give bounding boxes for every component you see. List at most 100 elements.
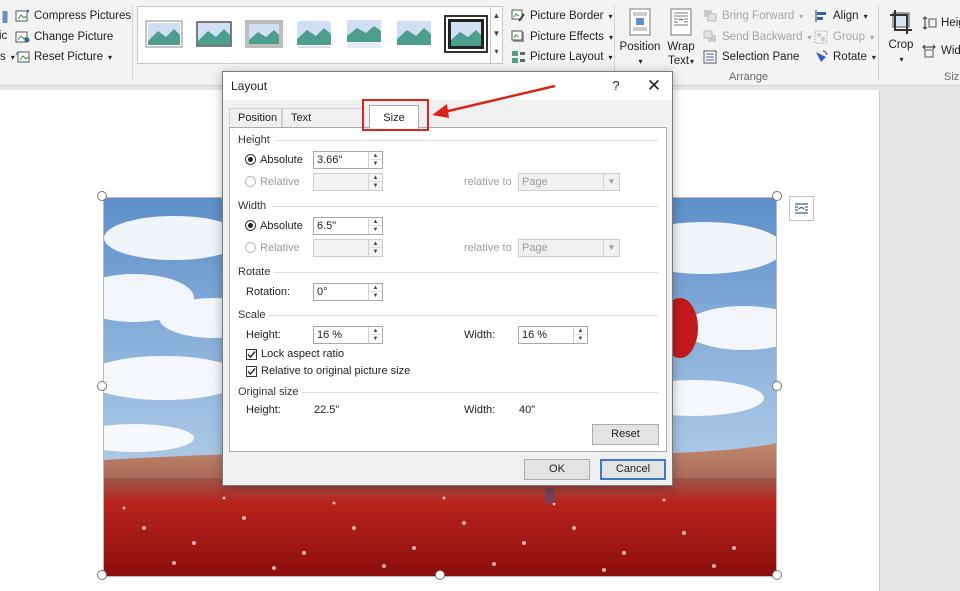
resize-handle-top-left[interactable]: [97, 191, 107, 201]
original-height-value: 22.5": [314, 404, 340, 416]
spinner-arrows[interactable]: ▲ ▼: [368, 152, 382, 168]
spinner-arrows[interactable]: ▲ ▼: [368, 174, 382, 190]
shape-width-field[interactable]: Wid: [922, 42, 960, 60]
align-button[interactable]: Align ▾: [814, 7, 868, 25]
reset-picture-button[interactable]: Reset Picture ▾: [15, 48, 112, 66]
shape-height-field[interactable]: Heig: [922, 14, 960, 32]
spinner-arrows[interactable]: ▲ ▼: [368, 327, 382, 343]
height-absolute-input[interactable]: 3.66" ▲ ▼: [313, 151, 383, 169]
spinner-arrows[interactable]: ▲ ▼: [368, 218, 382, 234]
spin-up-icon[interactable]: ▲: [369, 284, 382, 292]
spin-up-icon[interactable]: ▲: [369, 327, 382, 335]
width-relative-radio[interactable]: [245, 242, 256, 253]
partial-ribbon-label-2: s ▾: [0, 51, 15, 63]
spin-down-icon[interactable]: ▼: [369, 248, 382, 256]
spin-up-icon[interactable]: ▲: [369, 240, 382, 248]
width-relative-to-select[interactable]: Page ▼: [518, 239, 620, 257]
picture-style-thumb[interactable]: [194, 17, 234, 51]
picture-style-thumb[interactable]: [244, 17, 284, 51]
gallery-down-icon[interactable]: ▼: [491, 25, 502, 43]
resize-handle-bottom-middle[interactable]: [435, 570, 445, 580]
width-absolute-input[interactable]: 6.5" ▲ ▼: [313, 217, 383, 235]
close-button[interactable]: ✕: [643, 75, 665, 97]
picture-effects-button[interactable]: Picture Effects ▾: [511, 28, 613, 46]
crop-button[interactable]: Crop ▾: [884, 8, 918, 67]
spin-down-icon[interactable]: ▼: [369, 226, 382, 234]
tab-text-wrapping[interactable]: Text Wrapping: [282, 108, 363, 143]
partial-ribbon-button-left[interactable]: [0, 8, 8, 26]
height-absolute-radio[interactable]: [245, 154, 256, 165]
spin-down-icon[interactable]: ▼: [574, 335, 587, 343]
lock-aspect-checkbox[interactable]: [246, 349, 257, 360]
height-section-title: Height: [238, 134, 270, 146]
width-absolute-radio[interactable]: [245, 220, 256, 231]
spin-up-icon[interactable]: ▲: [369, 174, 382, 182]
width-relative-input[interactable]: ▲ ▼: [313, 239, 383, 257]
send-backward-button[interactable]: Send Backward ▾: [703, 28, 812, 46]
layout-options-button[interactable]: [789, 196, 814, 221]
picture-style-thumb-selected[interactable]: [444, 15, 488, 53]
height-label: Heig: [941, 17, 960, 29]
original-width-value: 40": [519, 404, 536, 416]
picture-style-thumb[interactable]: [294, 17, 334, 51]
rotation-input[interactable]: 0° ▲ ▼: [313, 283, 383, 301]
gallery-more-icon[interactable]: ▾: [491, 43, 502, 61]
resize-handle-middle-left[interactable]: [97, 381, 107, 391]
cancel-button[interactable]: Cancel: [600, 459, 666, 480]
help-button[interactable]: ?: [606, 77, 626, 95]
spinner-arrows[interactable]: ▲ ▼: [573, 327, 587, 343]
original-height-label: Height:: [246, 404, 281, 416]
picture-style-thumb[interactable]: [144, 17, 184, 51]
rotate-button[interactable]: Rotate ▾: [814, 48, 876, 66]
spin-down-icon[interactable]: ▼: [369, 292, 382, 300]
picture-effects-icon: [511, 30, 526, 44]
section-divider: [276, 140, 658, 141]
resize-handle-middle-right[interactable]: [772, 381, 782, 391]
gallery-up-icon[interactable]: ▲: [491, 7, 502, 25]
scale-height-value: 16 %: [317, 329, 343, 341]
change-picture-button[interactable]: Change Picture: [15, 28, 113, 46]
height-relative-input[interactable]: ▲ ▼: [313, 173, 383, 191]
spin-down-icon[interactable]: ▼: [369, 335, 382, 343]
scale-width-value: 16 %: [522, 329, 548, 341]
dialog-title: Layout: [231, 79, 268, 93]
picture-border-button[interactable]: Picture Border ▾: [511, 7, 613, 25]
picture-style-thumb[interactable]: [344, 17, 384, 51]
scale-width-label: Width:: [464, 329, 496, 341]
scale-width-input[interactable]: 16 % ▲ ▼: [518, 326, 588, 344]
spin-up-icon[interactable]: ▲: [574, 327, 587, 335]
compress-pictures-button[interactable]: Compress Pictures: [15, 7, 131, 25]
resize-handle-bottom-left[interactable]: [97, 570, 107, 580]
gallery-scroll[interactable]: ▲ ▼ ▾: [490, 7, 502, 63]
height-relative-to-select[interactable]: Page ▼: [518, 173, 620, 191]
position-button[interactable]: Position ▾: [618, 8, 662, 69]
width-section-title: Width: [238, 200, 267, 212]
spin-down-icon[interactable]: ▼: [369, 160, 382, 168]
picture-style-thumb[interactable]: [394, 17, 434, 51]
reset-button[interactable]: Reset: [592, 424, 659, 445]
spinner-arrows[interactable]: ▲ ▼: [368, 240, 382, 256]
spin-up-icon[interactable]: ▲: [369, 218, 382, 226]
scale-height-input[interactable]: 16 % ▲ ▼: [313, 326, 383, 344]
ok-button[interactable]: OK: [524, 459, 590, 480]
picture-styles-gallery[interactable]: ▲ ▼ ▾: [137, 6, 503, 64]
rotation-label: Rotation:: [246, 286, 291, 298]
group-button[interactable]: Group ▾: [814, 28, 874, 46]
spin-up-icon[interactable]: ▲: [369, 152, 382, 160]
picture-layout-button[interactable]: Picture Layout ▾: [511, 48, 613, 66]
section-divider: [302, 392, 658, 393]
spinner-arrows[interactable]: ▲ ▼: [368, 284, 382, 300]
tab-position[interactable]: Position: [229, 108, 282, 128]
relative-original-checkbox[interactable]: [246, 366, 257, 377]
resize-handle-top-right[interactable]: [772, 191, 782, 201]
selection-pane-button[interactable]: Selection Pane: [703, 48, 799, 66]
height-relative-radio[interactable]: [245, 176, 256, 187]
wrap-text-button[interactable]: Wrap Text▾: [664, 8, 698, 69]
spin-down-icon[interactable]: ▼: [369, 182, 382, 190]
dialog-titlebar[interactable]: Layout ? ✕: [223, 72, 672, 100]
height-relative-to-label: relative to: [464, 176, 512, 188]
scale-height-label: Height:: [246, 329, 281, 341]
bring-forward-button[interactable]: Bring Forward ▾: [703, 7, 803, 25]
resize-handle-bottom-right[interactable]: [772, 570, 782, 580]
width-relative-label: Relative: [260, 242, 300, 254]
